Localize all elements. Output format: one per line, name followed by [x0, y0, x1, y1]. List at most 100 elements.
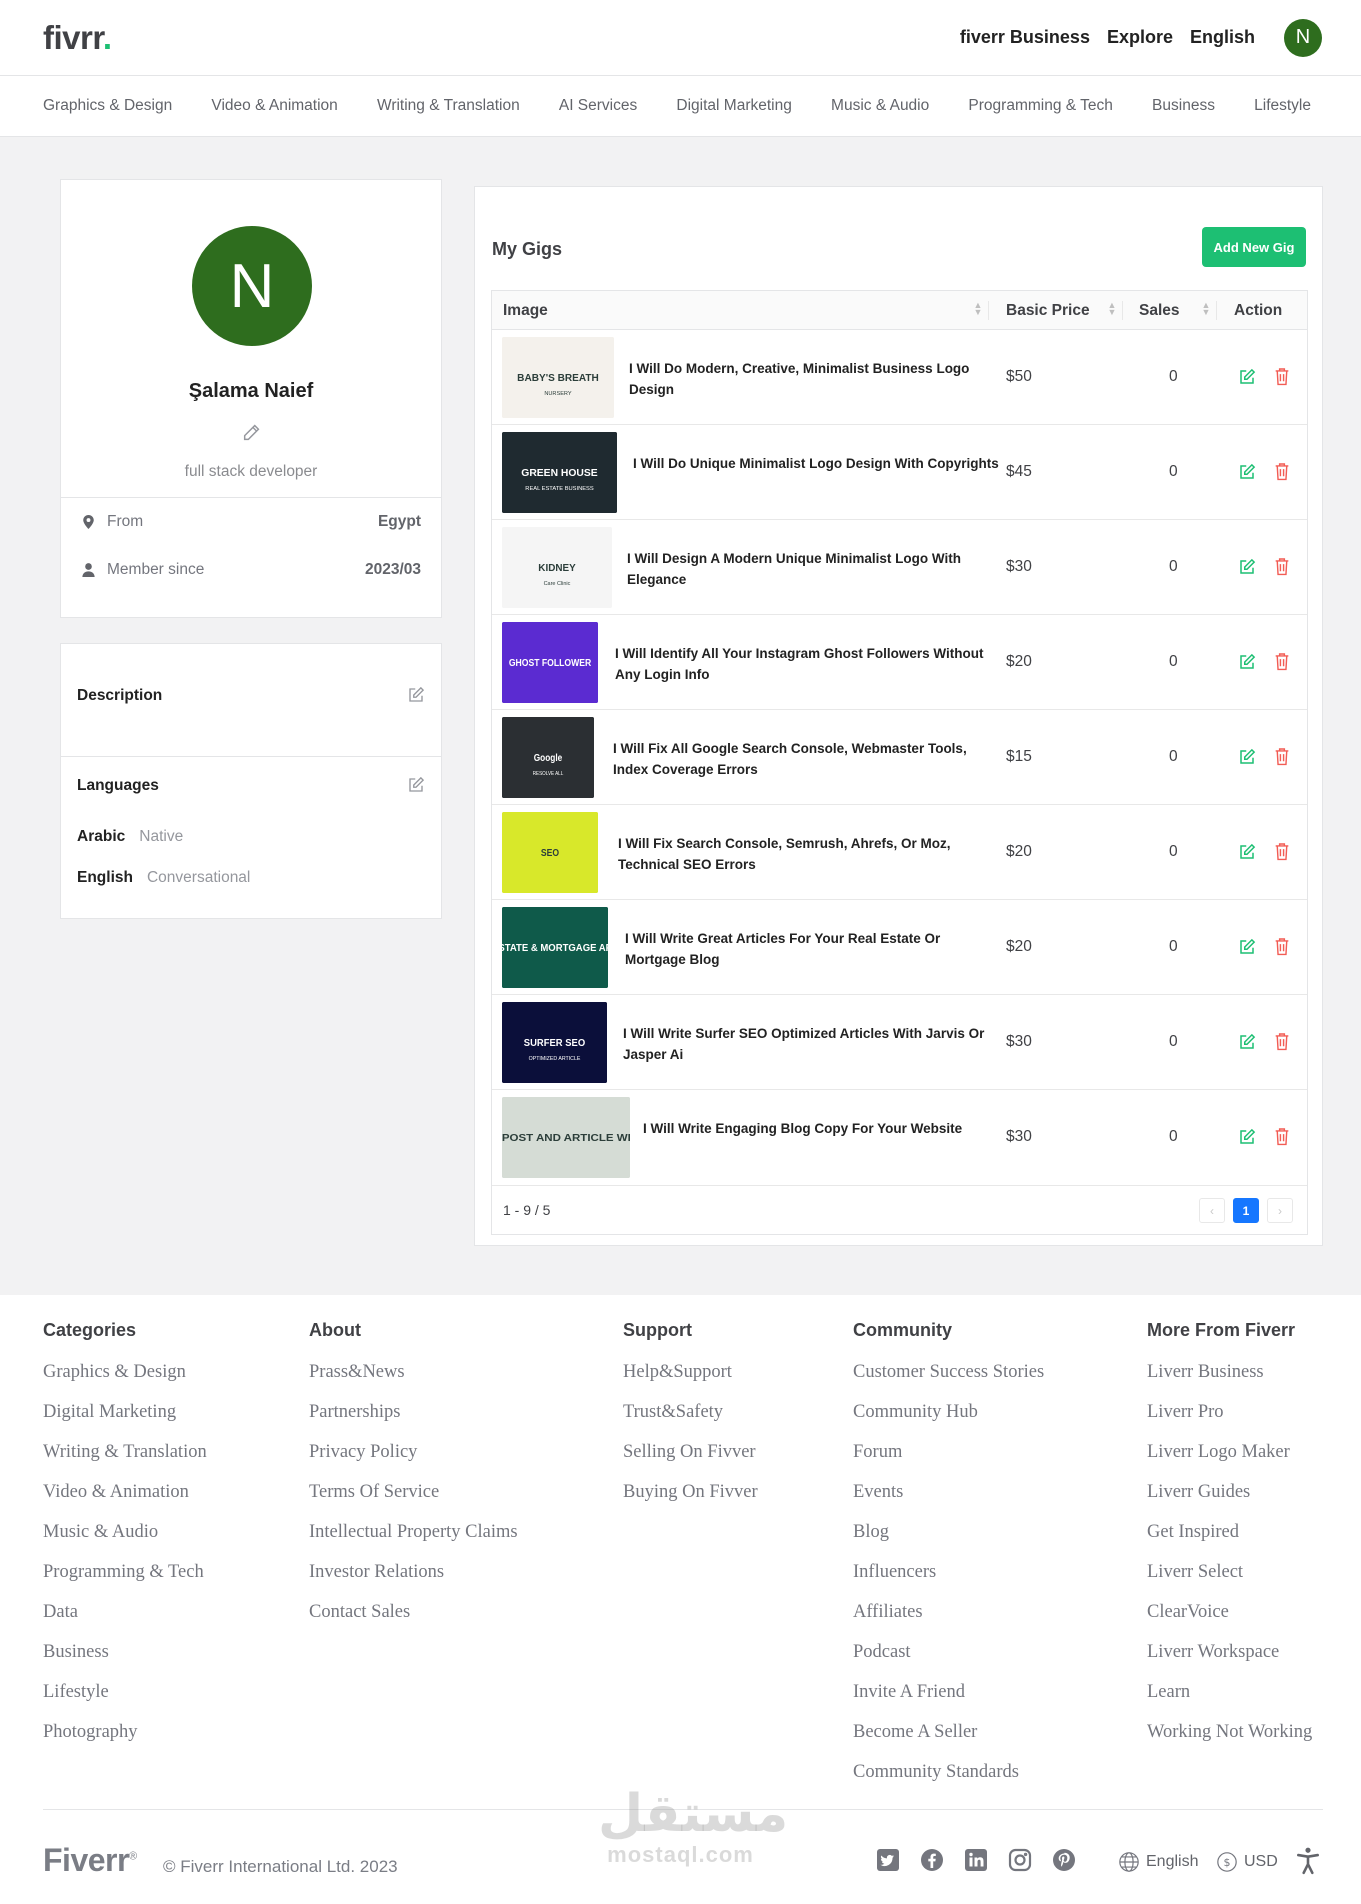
sort-icon[interactable]: ▲ ▼ — [1202, 301, 1211, 318]
footer-link[interactable]: Photography — [43, 1722, 207, 1762]
footer-link[interactable]: Affiliates — [853, 1602, 1044, 1642]
delete-gig-icon[interactable] — [1274, 747, 1290, 766]
footer-link[interactable]: Working Not Working — [1147, 1722, 1312, 1762]
footer-link[interactable]: Community Hub — [853, 1402, 1044, 1442]
edit-gig-icon[interactable] — [1238, 1033, 1256, 1051]
twitter-icon[interactable] — [876, 1848, 900, 1872]
footer-link[interactable]: Liverr Pro — [1147, 1402, 1312, 1442]
gig-thumbnail[interactable]: GREEN HOUSE REAL ESTATE BUSINESS — [502, 432, 617, 513]
next-page-button[interactable]: › — [1267, 1198, 1293, 1223]
footer-link[interactable]: ClearVoice — [1147, 1602, 1312, 1642]
footer-link[interactable]: Terms Of Service — [309, 1482, 518, 1522]
footer-link[interactable]: Digital Marketing — [43, 1402, 207, 1442]
footer-link[interactable]: Data — [43, 1602, 207, 1642]
gig-title[interactable]: I Will Identify All Your Instagram Ghost… — [615, 643, 985, 685]
footer-link[interactable]: Liverr Guides — [1147, 1482, 1312, 1522]
edit-profile-icon[interactable] — [241, 421, 263, 443]
footer-link[interactable]: Help&Support — [623, 1362, 758, 1402]
page-1-button[interactable]: 1 — [1233, 1198, 1259, 1223]
footer-link[interactable]: Liverr Select — [1147, 1562, 1312, 1602]
delete-gig-icon[interactable] — [1274, 557, 1290, 576]
fiverr-logo[interactable]: fivrr. — [43, 19, 112, 57]
user-avatar[interactable]: N — [1284, 18, 1322, 57]
gig-title[interactable]: I Will Write Great Articles For Your Rea… — [625, 928, 995, 970]
footer-link[interactable]: Liverr Logo Maker — [1147, 1442, 1312, 1482]
footer-link[interactable]: Events — [853, 1482, 1044, 1522]
footer-link[interactable]: Selling On Fivver — [623, 1442, 758, 1482]
footer-link[interactable]: Contact Sales — [309, 1602, 518, 1642]
category-music-audio[interactable]: Music & Audio — [831, 97, 929, 115]
edit-gig-icon[interactable] — [1238, 463, 1256, 481]
gig-title[interactable]: I Will Do Unique Minimalist Logo Design … — [633, 453, 1003, 474]
gig-title[interactable]: I Will Write Surfer SEO Optimized Articl… — [623, 1023, 993, 1065]
edit-languages-icon[interactable] — [407, 776, 425, 794]
gig-thumbnail[interactable]: SURFER SEO OPTIMIZED ARTICLE — [502, 1002, 607, 1083]
footer-language-selector[interactable]: English — [1118, 1851, 1198, 1873]
gig-thumbnail[interactable]: SEO — [502, 812, 598, 893]
gig-thumbnail[interactable]: GHOST FOLLOWER — [502, 622, 598, 703]
delete-gig-icon[interactable] — [1274, 937, 1290, 956]
sort-icon[interactable]: ▲ ▼ — [974, 301, 983, 318]
footer-link[interactable]: Writing & Translation — [43, 1442, 207, 1482]
prev-page-button[interactable]: ‹ — [1199, 1198, 1225, 1223]
delete-gig-icon[interactable] — [1274, 367, 1290, 386]
footer-link[interactable]: Blog — [853, 1522, 1044, 1562]
footer-link[interactable]: Prass&News — [309, 1362, 518, 1402]
footer-link[interactable]: Influencers — [853, 1562, 1044, 1602]
pinterest-icon[interactable] — [1052, 1848, 1076, 1872]
instagram-icon[interactable] — [1008, 1848, 1032, 1872]
explore-link[interactable]: Explore — [1107, 27, 1173, 48]
footer-link[interactable]: Invite A Friend — [853, 1682, 1044, 1722]
gig-thumbnail[interactable]: Google RESOLVE ALL — [502, 717, 594, 798]
fiverr-business-link[interactable]: fiverr Business — [960, 27, 1090, 48]
edit-gig-icon[interactable] — [1238, 368, 1256, 386]
footer-link[interactable]: Podcast — [853, 1642, 1044, 1682]
footer-link[interactable]: Graphics & Design — [43, 1362, 207, 1402]
edit-gig-icon[interactable] — [1238, 843, 1256, 861]
delete-gig-icon[interactable] — [1274, 842, 1290, 861]
footer-link[interactable]: Liverr Business — [1147, 1362, 1312, 1402]
footer-link[interactable]: Investor Relations — [309, 1562, 518, 1602]
footer-link[interactable]: Learn — [1147, 1682, 1312, 1722]
footer-link[interactable]: Partnerships — [309, 1402, 518, 1442]
gig-title[interactable]: I Will Write Engaging Blog Copy For Your… — [643, 1118, 1013, 1139]
category-business[interactable]: Business — [1152, 97, 1215, 115]
delete-gig-icon[interactable] — [1274, 1032, 1290, 1051]
footer-link[interactable]: Intellectual Property Claims — [309, 1522, 518, 1562]
footer-link[interactable]: Lifestyle — [43, 1682, 207, 1722]
gig-thumbnail[interactable]: KIDNEY Care Clinic — [502, 527, 612, 608]
delete-gig-icon[interactable] — [1274, 462, 1290, 481]
footer-link[interactable]: Liverr Workspace — [1147, 1642, 1312, 1682]
category-video-animation[interactable]: Video & Animation — [211, 97, 337, 115]
category-ai-services[interactable]: AI Services — [559, 97, 637, 115]
footer-link[interactable]: Trust&Safety — [623, 1402, 758, 1442]
gig-title[interactable]: I Will Do Modern, Creative, Minimalist B… — [629, 358, 999, 400]
edit-gig-icon[interactable] — [1238, 748, 1256, 766]
category-programming-tech[interactable]: Programming & Tech — [968, 97, 1112, 115]
delete-gig-icon[interactable] — [1274, 1127, 1290, 1146]
edit-gig-icon[interactable] — [1238, 653, 1256, 671]
footer-link[interactable]: Video & Animation — [43, 1482, 207, 1522]
language-link[interactable]: English — [1190, 27, 1255, 48]
delete-gig-icon[interactable] — [1274, 652, 1290, 671]
footer-link[interactable]: Forum — [853, 1442, 1044, 1482]
gig-thumbnail[interactable]: BLOG POST AND ARTICLE WRITING — [502, 1097, 630, 1178]
footer-link[interactable]: Music & Audio — [43, 1522, 207, 1562]
footer-link[interactable]: Programming & Tech — [43, 1562, 207, 1602]
sort-icon[interactable]: ▲ ▼ — [1108, 301, 1117, 318]
footer-link[interactable]: Business — [43, 1642, 207, 1682]
footer-link[interactable]: Customer Success Stories — [853, 1362, 1044, 1402]
category-writing-translation[interactable]: Writing & Translation — [377, 97, 520, 115]
gig-title[interactable]: I Will Fix Search Console, Semrush, Ahre… — [618, 833, 988, 875]
footer-currency-selector[interactable]: $ USD — [1216, 1851, 1278, 1873]
footer-link[interactable]: Community Standards — [853, 1762, 1044, 1802]
footer-link[interactable]: Get Inspired — [1147, 1522, 1312, 1562]
footer-link[interactable]: Privacy Policy — [309, 1442, 518, 1482]
accessibility-icon[interactable] — [1295, 1847, 1321, 1875]
gig-thumbnail[interactable]: BABY'S BREATH NURSERY — [502, 337, 614, 418]
facebook-icon[interactable] — [920, 1848, 944, 1872]
gig-title[interactable]: I Will Fix All Google Search Console, We… — [613, 738, 983, 780]
add-new-gig-button[interactable]: Add New Gig — [1202, 227, 1306, 267]
gig-title[interactable]: I Will Design A Modern Unique Minimalist… — [627, 548, 997, 590]
gig-thumbnail[interactable]: REAL ESTATE & MORTGAGE ARTICLES — [502, 907, 608, 988]
